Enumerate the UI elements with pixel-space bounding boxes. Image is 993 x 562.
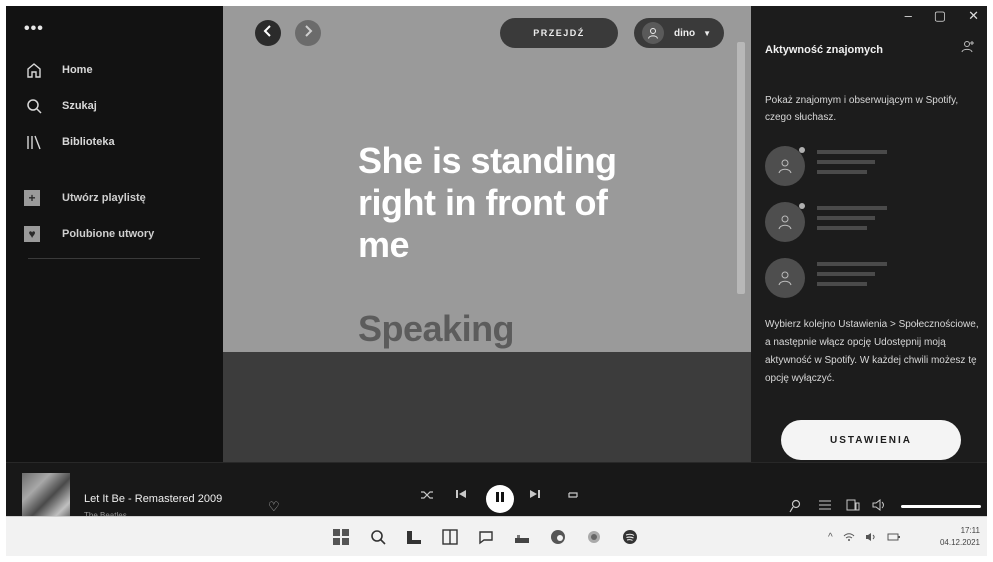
edge-icon[interactable] [548, 527, 568, 547]
placeholder-line [817, 150, 887, 154]
chat-icon[interactable] [476, 527, 496, 547]
friend-placeholder [765, 146, 975, 186]
sidebar-item-home[interactable]: Home [24, 58, 93, 82]
windows-taskbar: ^ 17:11 04.12.2021 [6, 516, 987, 556]
upgrade-button[interactable]: PRZEJDŹ [500, 18, 618, 48]
online-indicator [799, 203, 805, 209]
sidebar-item-search[interactable]: Szukaj [24, 94, 97, 118]
volume-slider[interactable] [901, 505, 981, 508]
system-tray: ^ [828, 532, 901, 545]
lyric-line-current[interactable]: She is standing right in front of me [358, 140, 658, 266]
search-icon [24, 96, 44, 116]
clock-time: 17:11 [960, 526, 980, 535]
volume-icon[interactable] [872, 499, 888, 514]
main-view: PRZEJDŹ dino ▼ She is standing right in … [223, 6, 751, 462]
placeholder-line [817, 262, 887, 266]
chevron-up-icon[interactable]: ^ [828, 532, 833, 545]
repeat-icon[interactable] [566, 489, 580, 501]
create-playlist-button[interactable]: + Utwórz playlistę [24, 186, 146, 210]
track-title[interactable]: Let It Be - Remastered 2009 [84, 493, 222, 505]
placeholder-line [817, 170, 867, 174]
queue-icon[interactable] [818, 499, 832, 514]
widgets-icon[interactable] [440, 527, 460, 547]
friend-activity-title: Aktywność znajomych [765, 44, 883, 56]
user-icon [765, 258, 805, 298]
close-button[interactable]: ✕ [968, 8, 979, 24]
placeholder-line [817, 272, 875, 276]
user-menu-button[interactable]: dino ▼ [634, 18, 724, 48]
create-playlist-label: Utwórz playlistę [62, 192, 146, 204]
friend-activity-panel: – ▢ ✕ Aktywność znajomych Pokaż znajomym… [751, 6, 987, 462]
sidebar-divider [28, 258, 200, 259]
file-explorer-icon[interactable] [512, 527, 532, 547]
minimize-button[interactable]: – [905, 8, 912, 24]
next-icon[interactable] [530, 489, 540, 499]
user-name: dino [674, 27, 696, 39]
back-button[interactable] [255, 20, 281, 46]
online-indicator [799, 147, 805, 153]
friend-activity-help: Wybierz kolejno Ustawienia > Społecznośc… [765, 319, 979, 384]
taskbar-clock[interactable]: 17:11 04.12.2021 [928, 525, 980, 549]
settings-button[interactable]: USTAWIENIA [781, 420, 961, 460]
placeholder-line [817, 160, 875, 164]
sidebar-item-label: Biblioteka [62, 136, 115, 148]
placeholder-line [817, 282, 867, 286]
heart-icon[interactable]: ♡ [268, 499, 280, 515]
mic-icon[interactable] [789, 499, 801, 516]
chevron-left-icon [263, 24, 273, 42]
sidebar-item-label: Home [62, 64, 93, 76]
placeholder-line [817, 226, 867, 230]
library-icon [24, 132, 44, 152]
maximize-button[interactable]: ▢ [934, 8, 946, 24]
speaker-icon[interactable] [865, 532, 877, 545]
pause-icon [495, 490, 505, 508]
home-icon [24, 60, 44, 80]
liked-songs-button[interactable]: ♥ Polubione utwory [24, 222, 154, 246]
spotify-window: ••• Home Szukaj Biblioteka + Utwórz play… [6, 6, 987, 556]
sidebar: ••• Home Szukaj Biblioteka + Utwórz play… [6, 6, 223, 462]
user-icon [642, 22, 664, 44]
friend-placeholder [765, 258, 975, 298]
previous-icon[interactable] [456, 489, 466, 499]
friend-activity-intro: Pokaż znajomym i obserwującym w Spotify,… [765, 95, 959, 123]
store-icon[interactable] [584, 527, 604, 547]
add-friend-icon[interactable] [961, 40, 975, 59]
window-controls: – ▢ ✕ [905, 8, 979, 24]
lyrics-scrollbar[interactable] [737, 42, 745, 294]
plus-icon: + [24, 190, 40, 206]
album-cover[interactable] [22, 473, 70, 521]
forward-button[interactable] [295, 20, 321, 46]
devices-icon[interactable] [846, 499, 860, 514]
lyric-line-next[interactable]: Speaking [358, 308, 658, 350]
friend-placeholder [765, 202, 975, 242]
battery-icon[interactable] [887, 532, 901, 545]
search-icon[interactable] [368, 527, 388, 547]
placeholder-line [817, 216, 875, 220]
placeholder-line [817, 206, 887, 210]
task-view-icon[interactable] [404, 527, 424, 547]
clock-date: 04.12.2021 [939, 538, 980, 547]
heart-icon: ♥ [24, 226, 40, 242]
sidebar-item-label: Szukaj [62, 100, 97, 112]
app-menu-button[interactable]: ••• [24, 21, 44, 37]
shuffle-icon[interactable] [420, 489, 434, 501]
sidebar-item-library[interactable]: Biblioteka [24, 130, 115, 154]
caret-down-icon: ▼ [703, 28, 712, 38]
windows-start-icon[interactable] [331, 527, 351, 547]
spotify-taskbar-icon[interactable] [620, 527, 640, 547]
pause-button[interactable] [486, 485, 514, 513]
chevron-right-icon [303, 24, 313, 42]
liked-songs-label: Polubione utwory [62, 228, 155, 240]
wifi-icon[interactable] [843, 532, 855, 545]
player-bar: Let It Be - Remastered 2009 The Beatles … [6, 462, 987, 522]
